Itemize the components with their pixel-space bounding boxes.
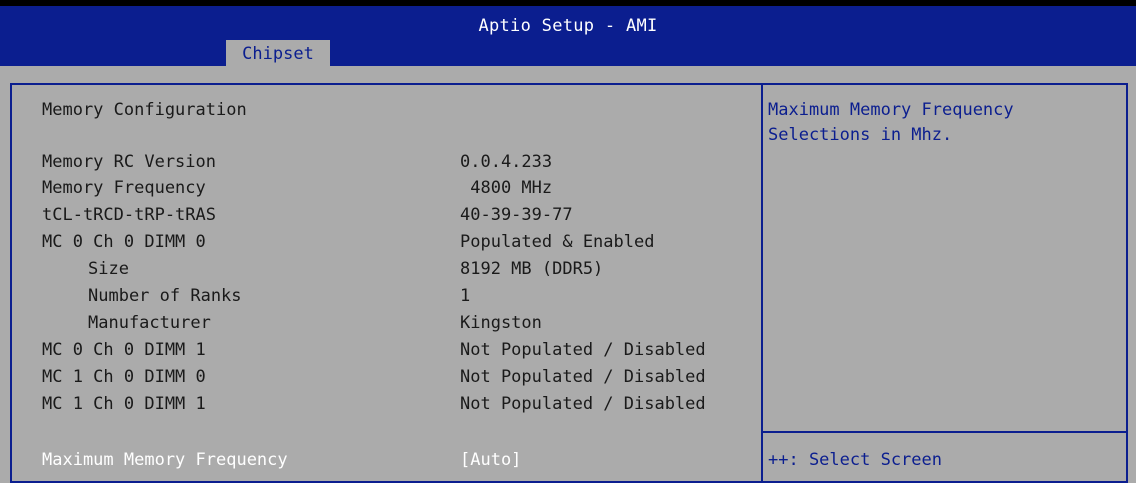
ranks-label: Number of Ranks: [88, 286, 242, 306]
timings-label: tCL-tRCD-tRP-tRAS: [42, 205, 216, 225]
dimm-mc1-ch0-d0-value: Not Populated / Disabled: [460, 367, 706, 387]
dimm-mc0-ch0-d1-value: Not Populated / Disabled: [460, 340, 706, 360]
max-memory-frequency-label[interactable]: Maximum Memory Frequency: [42, 450, 288, 470]
manufacturer-value: Kingston: [460, 313, 542, 333]
main-panel: [10, 83, 1128, 483]
help-panel-divider: [761, 83, 763, 483]
memory-rc-version-label: Memory RC Version: [42, 152, 216, 172]
memory-frequency-value: 4800 MHz: [460, 178, 553, 198]
size-value: 8192 MB (DDR5): [460, 259, 604, 279]
app-title: Aptio Setup - AMI: [478, 16, 658, 36]
help-keys-divider: [763, 431, 1128, 433]
ranks-value: 1: [460, 286, 471, 306]
timings-value: 40-39-39-77: [460, 205, 573, 225]
key-select-screen: ++: Select Screen: [768, 450, 942, 470]
help-text-line1: Maximum Memory Frequency: [768, 100, 1014, 120]
tab-chipset[interactable]: Chipset: [226, 40, 330, 66]
dimm-mc1-ch0-d1-value: Not Populated / Disabled: [460, 394, 706, 414]
max-memory-frequency-value[interactable]: [Auto]: [460, 450, 521, 470]
manufacturer-label: Manufacturer: [88, 313, 211, 333]
dimm-mc0-ch0-d1-label: MC 0 Ch 0 DIMM 1: [42, 340, 206, 360]
size-label: Size: [88, 259, 129, 279]
dimm-mc1-ch0-d1-label: MC 1 Ch 0 DIMM 1: [42, 394, 206, 414]
help-text-line2: Selections in Mhz.: [768, 125, 953, 145]
dimm-mc0-ch0-d0-label: MC 0 Ch 0 DIMM 0: [42, 232, 206, 252]
memory-frequency-label: Memory Frequency: [42, 178, 206, 198]
section-title: Memory Configuration: [42, 100, 247, 120]
memory-rc-version-value: 0.0.4.233: [460, 152, 553, 172]
dimm-mc0-ch0-d0-value: Populated & Enabled: [460, 232, 655, 252]
top-border: [0, 0, 1136, 6]
dimm-mc1-ch0-d0-label: MC 1 Ch 0 DIMM 0: [42, 367, 206, 387]
